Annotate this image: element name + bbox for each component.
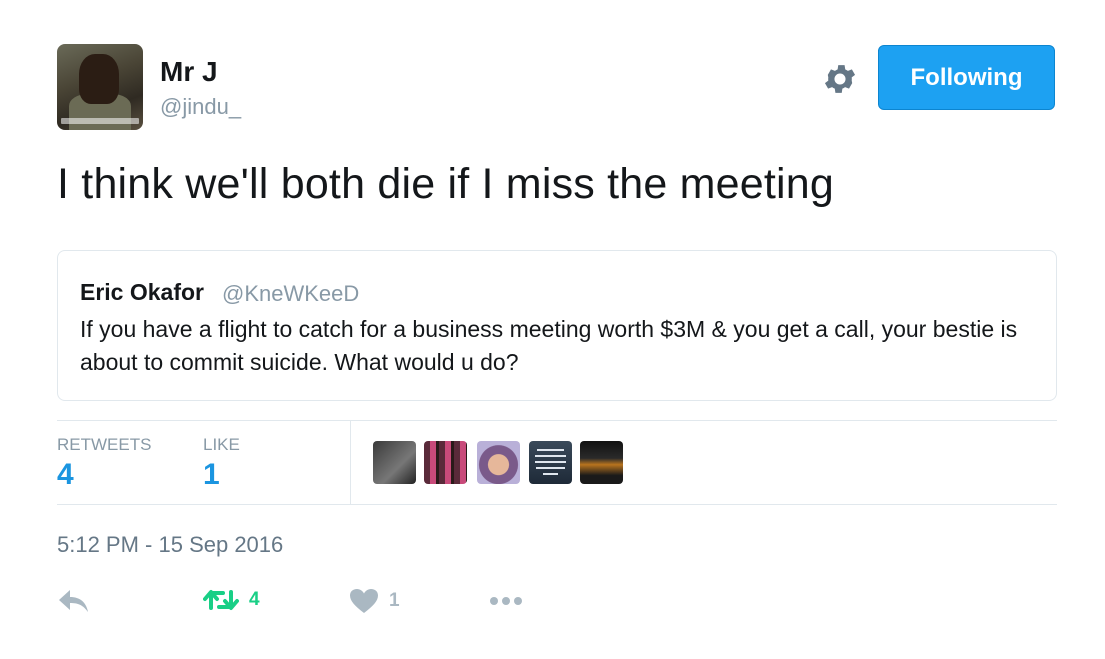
liker-avatar-2[interactable] — [424, 441, 467, 484]
quoted-tweet[interactable]: Eric Okafor @KneWKeeD If you have a flig… — [57, 250, 1057, 401]
stats-divider — [350, 421, 351, 504]
retweet-button[interactable]: 4 — [203, 588, 260, 612]
reply-button[interactable] — [58, 588, 90, 614]
author-name[interactable]: Mr J — [160, 56, 218, 88]
retweet-action-count: 4 — [249, 589, 260, 610]
liker-avatar-3[interactable] — [477, 441, 520, 484]
quoted-author-name: Eric Okafor — [80, 279, 204, 305]
following-button[interactable]: Following — [878, 45, 1055, 110]
more-button[interactable] — [489, 596, 523, 606]
likes-label: LIKE — [203, 435, 240, 454]
divider — [57, 504, 1057, 505]
liker-avatar-5[interactable] — [580, 441, 623, 484]
tweet-text: I think we'll both die if I miss the mee… — [57, 160, 835, 208]
like-action-count: 1 — [389, 590, 400, 611]
gear-icon[interactable] — [821, 60, 859, 98]
liker-avatar-4[interactable] — [529, 441, 572, 484]
reply-icon — [59, 590, 88, 612]
author-handle[interactable]: @jindu_ — [160, 94, 241, 120]
retweets-count[interactable]: 4 — [57, 458, 74, 492]
more-icon — [490, 597, 522, 605]
divider — [57, 420, 1057, 421]
heart-icon — [350, 589, 378, 613]
likes-count[interactable]: 1 — [203, 458, 220, 492]
retweet-icon — [203, 590, 239, 610]
liker-avatar-1[interactable] — [373, 441, 416, 484]
like-button[interactable]: 1 — [349, 588, 400, 614]
retweets-label: RETWEETS — [57, 435, 152, 454]
quoted-tweet-text: If you have a flight to catch for a busi… — [80, 316, 1018, 375]
author-avatar[interactable] — [57, 44, 143, 130]
tweet-timestamp[interactable]: 5:12 PM - 15 Sep 2016 — [57, 532, 283, 558]
quoted-author-handle: @KneWKeeD — [222, 281, 360, 306]
